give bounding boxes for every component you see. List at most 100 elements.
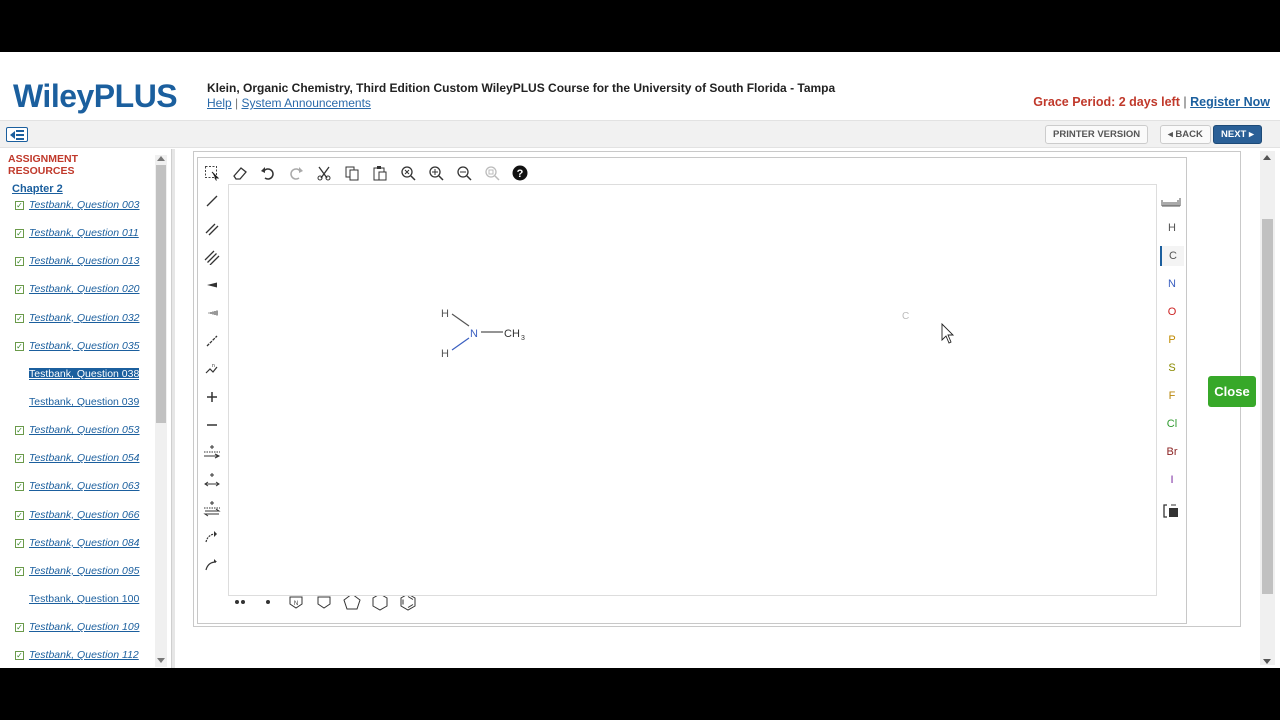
hash-bond-icon[interactable] — [201, 302, 223, 324]
eraser-icon[interactable] — [229, 162, 251, 184]
question-list-item[interactable]: ✓ Testbank, Question 011 — [15, 227, 140, 255]
printer-version-button[interactable]: PRINTER VERSION — [1045, 125, 1149, 144]
question-list-item[interactable]: ✓ Testbank, Question 053 — [15, 424, 140, 452]
wileyplus-logo[interactable]: WileyPLUS — [13, 78, 178, 115]
completed-check-icon: ✓ — [15, 538, 24, 548]
element-br-button[interactable]: Br — [1160, 442, 1184, 462]
element-c-button[interactable]: C — [1160, 246, 1184, 266]
element-o-button[interactable]: O — [1160, 302, 1184, 322]
question-list-item[interactable]: ✓ Testbank, Question 003 — [15, 199, 140, 227]
question-link[interactable]: Testbank, Question 063 — [29, 480, 140, 492]
main-scroll-up-icon[interactable] — [1263, 155, 1271, 160]
completed-check-icon: ✓ — [15, 566, 24, 576]
double-bond-icon[interactable] — [201, 218, 223, 240]
completed-check-icon: ✓ — [15, 510, 24, 520]
main-scrollbar-thumb[interactable] — [1262, 219, 1273, 594]
header-links: Help | System Announcements — [207, 96, 371, 110]
question-link[interactable]: Testbank, Question 066 — [29, 509, 140, 521]
question-list-item[interactable]: ✓ Testbank, Question 095 — [15, 565, 140, 593]
resonance-arrow-icon[interactable] — [201, 470, 223, 492]
single-bond-icon[interactable] — [201, 190, 223, 212]
question-list-item[interactable]: ✓ Testbank, Question 013 — [15, 255, 140, 283]
question-list-item[interactable]: ✓ Testbank, Question 054 — [15, 452, 140, 480]
zoom-fit-icon[interactable] — [397, 162, 419, 184]
wavy-bond-icon[interactable] — [201, 330, 223, 352]
question-list-item[interactable]: Testbank, Question 100 — [15, 593, 140, 621]
menu-line-icon — [16, 130, 24, 132]
question-list-item[interactable]: ✓ Testbank, Question 084 — [15, 537, 140, 565]
atom-nitrogen: N — [470, 328, 478, 340]
system-announcements-link[interactable]: System Announcements — [242, 96, 371, 110]
main-scroll-down-icon[interactable] — [1263, 659, 1271, 664]
question-link[interactable]: Testbank, Question 053 — [29, 424, 140, 436]
collapse-sidebar-button[interactable] — [6, 127, 28, 142]
question-list-item[interactable]: ✓ Testbank, Question 035 — [15, 340, 140, 368]
question-link[interactable]: Testbank, Question 013 — [29, 255, 140, 267]
triple-bond-icon[interactable] — [201, 246, 223, 268]
element-n-button[interactable]: N — [1160, 274, 1184, 294]
negative-charge-icon[interactable] — [201, 414, 223, 436]
element-p-button[interactable]: P — [1160, 330, 1184, 350]
redo-icon[interactable] — [285, 162, 307, 184]
copy-icon[interactable] — [341, 162, 363, 184]
question-link[interactable]: Testbank, Question 003 — [29, 199, 140, 211]
bracket-icon[interactable] — [1160, 500, 1182, 522]
chain-icon[interactable]: n — [201, 358, 223, 380]
question-link[interactable]: Testbank, Question 095 — [29, 565, 140, 577]
positive-charge-icon[interactable] — [201, 386, 223, 408]
question-panel: ? n N H H N CH 3 C H C N O P S F Cl Br I… — [193, 151, 1256, 627]
question-link[interactable]: Testbank, Question 038 — [29, 367, 140, 380]
register-now-link[interactable]: Register Now — [1190, 95, 1270, 109]
element-h-button[interactable]: H — [1160, 218, 1184, 238]
question-link[interactable]: Testbank, Question 032 — [29, 312, 140, 324]
element-f-button[interactable]: F — [1160, 386, 1184, 406]
undo-icon[interactable] — [257, 162, 279, 184]
select-icon[interactable] — [201, 162, 223, 184]
question-link[interactable]: Testbank, Question 100 — [29, 593, 139, 605]
next-button[interactable]: NEXT ▸ — [1213, 125, 1262, 144]
link-separator: | — [235, 96, 239, 110]
zoom-reset-icon[interactable] — [481, 162, 503, 184]
question-link[interactable]: Testbank, Question 084 — [29, 537, 140, 549]
element-s-button[interactable]: S — [1160, 358, 1184, 378]
close-editor-button[interactable]: Close — [1208, 376, 1256, 407]
scroll-up-icon[interactable] — [157, 156, 165, 161]
question-list-item[interactable]: ✓ Testbank, Question 063 — [15, 480, 140, 508]
question-list-item[interactable]: ✓ Testbank, Question 020 — [15, 283, 140, 311]
equilibrium-arrow-icon[interactable] — [201, 498, 223, 520]
question-list-item[interactable]: Testbank, Question 039 — [15, 396, 140, 424]
help-icon[interactable]: ? — [509, 162, 531, 184]
curved-arrow-icon[interactable] — [201, 526, 223, 548]
completed-check-icon: ✓ — [15, 651, 24, 661]
cut-icon[interactable] — [313, 162, 335, 184]
question-link[interactable]: Testbank, Question 109 — [29, 621, 140, 633]
question-list-item[interactable]: ✓ Testbank, Question 109 — [15, 621, 140, 649]
zoom-in-icon[interactable] — [425, 162, 447, 184]
question-link[interactable]: Testbank, Question 035 — [29, 340, 140, 352]
nh-bond-bottom — [451, 337, 470, 351]
question-list-item[interactable]: ✓ Testbank, Question 112 — [15, 649, 140, 668]
reaction-arrow-icon[interactable] — [201, 442, 223, 464]
paste-icon[interactable] — [369, 162, 391, 184]
question-link[interactable]: Testbank, Question 039 — [29, 396, 139, 408]
element-i-button[interactable]: I — [1160, 470, 1184, 490]
chapter-link[interactable]: Chapter 2 — [12, 183, 63, 195]
back-button[interactable]: ◂ BACK — [1160, 125, 1211, 144]
question-link[interactable]: Testbank, Question 054 — [29, 452, 140, 464]
question-link[interactable]: Testbank, Question 020 — [29, 283, 140, 295]
wedge-bond-icon[interactable] — [201, 274, 223, 296]
help-link[interactable]: Help — [207, 96, 232, 110]
drawing-canvas[interactable]: H H N CH 3 C — [228, 184, 1157, 596]
scroll-down-icon[interactable] — [157, 658, 165, 663]
question-list-item[interactable]: ✓ Testbank, Question 032 — [15, 312, 140, 340]
sidebar-scrollbar-thumb[interactable] — [156, 165, 166, 423]
wileyplus-page: WileyPLUS Klein, Organic Chemistry, Thir… — [0, 52, 1280, 668]
question-list-item[interactable]: ✓ Testbank, Question 066 — [15, 509, 140, 537]
question-list-item[interactable]: Testbank, Question 038 — [15, 367, 140, 396]
question-link[interactable]: Testbank, Question 011 — [29, 227, 139, 239]
periodic-table-icon[interactable] — [1160, 190, 1182, 212]
element-cl-button[interactable]: Cl — [1160, 414, 1184, 434]
question-link[interactable]: Testbank, Question 112 — [29, 649, 139, 661]
zoom-out-icon[interactable] — [453, 162, 475, 184]
half-arrow-icon[interactable] — [201, 554, 223, 576]
